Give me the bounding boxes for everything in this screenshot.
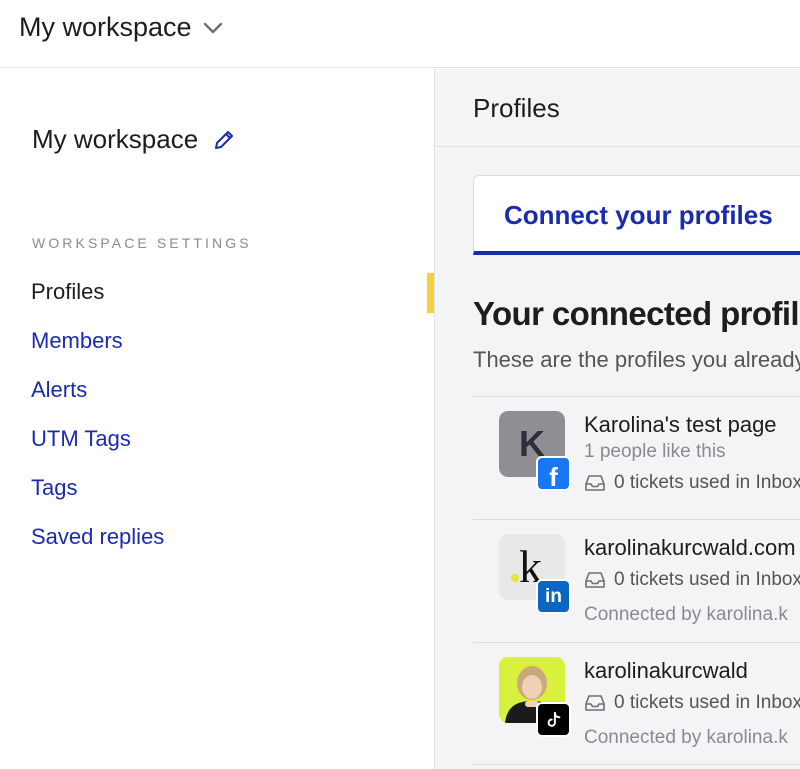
workspace-title-text: My workspace bbox=[32, 124, 199, 154]
profile-list: K f Karolina's test page 1 people like t… bbox=[473, 396, 800, 765]
profile-name: karolinakurcwald.com bbox=[584, 535, 796, 560]
profile-name: karolinakurcwald bbox=[584, 658, 748, 683]
inbox-icon bbox=[585, 572, 605, 588]
sidebar-item-alerts[interactable]: Alerts bbox=[31, 375, 164, 424]
connected-profiles-heading: Your connected profiles bbox=[473, 295, 800, 332]
profile-info: karolinakurcwald 0 tickets used in Inbox… bbox=[584, 657, 800, 751]
tickets-info: 0 tickets used in Inbox bbox=[584, 688, 800, 718]
connected-by: Connected by karolina.k bbox=[584, 727, 788, 748]
connected-by: Connected by karolina.k bbox=[584, 604, 788, 625]
tiktok-icon bbox=[536, 702, 571, 737]
settings-nav: Profiles Members Alerts UTM Tags Tags Sa… bbox=[31, 277, 164, 571]
page-title: Profiles bbox=[473, 93, 560, 123]
tickets-text: 0 tickets used in Inbox bbox=[614, 692, 800, 713]
profile-info: karolinakurcwald.com 0 tickets used in I… bbox=[584, 534, 800, 628]
active-item-marker bbox=[427, 273, 434, 313]
settings-sidebar: My workspace WORKSPACE SETTINGS Profiles… bbox=[0, 69, 434, 769]
profile-row[interactable]: karolinakurcwald 0 tickets used in Inbox… bbox=[473, 642, 800, 765]
chevron-down-icon bbox=[203, 22, 222, 33]
tab-connect-profiles-label: Connect your profiles bbox=[504, 200, 773, 230]
top-bar: My workspace bbox=[0, 0, 800, 68]
sidebar-item-profiles[interactable]: Profiles bbox=[31, 277, 164, 326]
linkedin-icon: in bbox=[536, 579, 571, 614]
connected-profiles-description: These are the profiles you already bbox=[473, 347, 800, 372]
profile-row[interactable]: k in karolinakurcwald.com 0 tickets used… bbox=[473, 519, 800, 642]
tickets-text: 0 tickets used in Inbox bbox=[614, 569, 800, 590]
inbox-icon bbox=[585, 475, 605, 491]
workspace-title: My workspace bbox=[32, 124, 236, 155]
inbox-icon bbox=[585, 695, 605, 711]
workspace-switcher[interactable]: My workspace bbox=[19, 12, 224, 43]
profile-name: Karolina's test page bbox=[584, 412, 777, 437]
sidebar-item-utm-tags[interactable]: UTM Tags bbox=[31, 424, 164, 473]
sidebar-item-tags[interactable]: Tags bbox=[31, 473, 164, 522]
workspace-switcher-label: My workspace bbox=[19, 12, 192, 42]
profile-likes: 1 people like this bbox=[584, 441, 726, 462]
sidebar-item-saved-replies[interactable]: Saved replies bbox=[31, 522, 164, 571]
profile-info: Karolina's test page 1 people like this … bbox=[584, 411, 800, 498]
main-header: Profiles bbox=[435, 69, 800, 147]
facebook-icon: f bbox=[536, 456, 571, 491]
sidebar-item-members[interactable]: Members bbox=[31, 326, 164, 375]
tickets-info: 0 tickets used in Inbox bbox=[584, 468, 800, 498]
profile-row[interactable]: K f Karolina's test page 1 people like t… bbox=[473, 396, 800, 519]
main-panel: Profiles Connect your profiles Your conn… bbox=[435, 69, 800, 769]
section-label: WORKSPACE SETTINGS bbox=[32, 235, 252, 251]
pencil-icon[interactable] bbox=[212, 128, 236, 152]
tickets-text: 0 tickets used in Inbox bbox=[614, 472, 800, 493]
tickets-info: 0 tickets used in Inbox bbox=[584, 565, 800, 595]
tab-connect-profiles[interactable]: Connect your profiles bbox=[473, 175, 800, 255]
